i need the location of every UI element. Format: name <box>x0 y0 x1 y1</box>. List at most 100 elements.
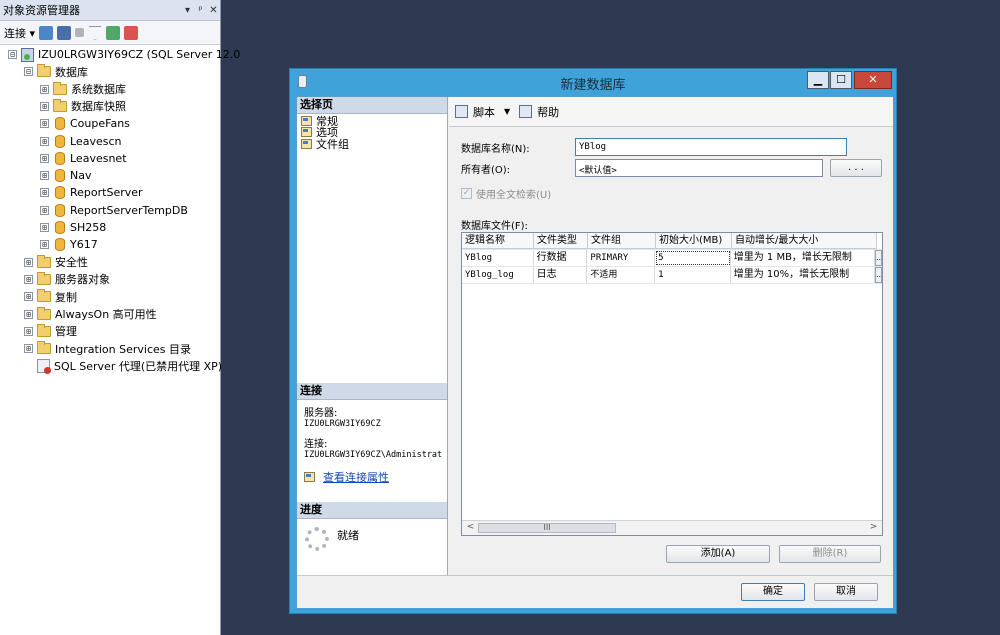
dialog-titlebar[interactable]: 新建数据库 ▁ ☐ ✕ <box>290 69 896 95</box>
scroll-right-icon[interactable]: > <box>867 522 880 534</box>
table-cell[interactable]: 日志 <box>534 267 588 283</box>
tree-item-label: SQL Server 代理(已禁用代理 XP) <box>54 359 223 373</box>
row-ellipsis-button[interactable]: ... <box>875 267 882 283</box>
panel-menu-icon[interactable]: ▾ <box>181 5 194 16</box>
script-button[interactable]: 脚本 <box>473 104 495 120</box>
tree-item[interactable]: ⊞ Integration Services 目录 <box>24 340 191 357</box>
cancel-button[interactable]: 取消 <box>814 583 878 601</box>
tree-item[interactable]: SQL Server 代理(已禁用代理 XP) <box>24 357 222 374</box>
expand-icon[interactable]: ⊞ <box>40 240 49 250</box>
view-connection-properties-link[interactable]: 查看连接属性 <box>297 469 447 485</box>
expand-icon[interactable]: ⊞ <box>40 171 49 181</box>
owner-browse-button[interactable]: . . . <box>830 159 882 177</box>
tree-item[interactable]: ⊞ Nav <box>40 167 91 184</box>
tree-item[interactable]: ⊞ 管理 <box>24 323 77 340</box>
tree-item[interactable]: ⊞ CoupeFans <box>40 115 130 132</box>
grid-column-header[interactable]: 文件组 <box>588 233 656 249</box>
fulltext-checkbox[interactable]: ✓ <box>461 188 472 199</box>
expand-icon[interactable]: ⊞ <box>40 188 49 198</box>
refresh-icon[interactable] <box>106 25 121 40</box>
table-row[interactable]: YBlog_log 日志 不适用 1 增里为 10%，增长无限制... <box>462 267 882 284</box>
object-explorer-panel: 对象资源管理器 ▾ ᵖ ✕ 连接 ▾ ⊟ IZU0LRGW3IY69CZ (SQL… <box>0 0 240 635</box>
connect-icon[interactable] <box>39 25 54 40</box>
tree-item[interactable]: ⊞ 系统数据库 <box>40 81 126 98</box>
page-icon <box>301 139 312 149</box>
grid-header-row: 逻辑名称 文件类型 文件组 初始大小(MB) 自动增长/最大大小 <box>462 233 882 250</box>
select-page-header: 选择页 <box>297 97 447 114</box>
row-ellipsis-button[interactable]: ... <box>875 250 882 266</box>
collapse-icon[interactable]: ⊟ <box>8 50 17 59</box>
table-cell[interactable]: 行数据 <box>534 250 588 266</box>
table-row[interactable]: YBlog 行数据 PRIMARY 5 增里为 1 MB，增长无限制... <box>462 250 882 267</box>
horizontal-scrollbar[interactable]: < III > <box>462 520 882 535</box>
tree-item[interactable]: ⊞ Leavescn <box>40 133 121 150</box>
table-cell[interactable]: 不适用 <box>587 267 656 283</box>
tree-item[interactable]: ⊟ IZU0LRGW3IY69CZ (SQL Server 12.0 <box>8 46 240 63</box>
owner-input[interactable]: <默认值> <box>575 159 823 177</box>
close-button[interactable]: ✕ <box>854 71 892 89</box>
activity-monitor-icon[interactable] <box>124 25 139 40</box>
table-cell[interactable]: 增里为 1 MB，增长无限制 <box>731 250 875 266</box>
filter-icon[interactable] <box>88 25 103 40</box>
collapse-icon[interactable]: ⊟ <box>24 67 33 77</box>
expand-icon[interactable]: ⊞ <box>40 84 49 94</box>
grid-column-header[interactable]: 文件类型 <box>534 233 588 249</box>
expand-icon[interactable]: ⊞ <box>24 326 33 336</box>
database-icon <box>55 238 65 252</box>
add-button[interactable]: 添加(A) <box>666 545 770 563</box>
expand-icon[interactable]: ⊞ <box>24 257 33 267</box>
table-cell[interactable]: 5 <box>655 250 731 266</box>
tree-item[interactable]: ⊞ AlwaysOn 高可用性 <box>24 306 157 323</box>
progress-spinner-icon <box>305 527 329 551</box>
expand-icon[interactable]: ⊞ <box>40 101 49 111</box>
tree-item[interactable]: ⊞ ReportServer <box>40 184 143 201</box>
tree-item[interactable]: ⊞ Leavesnet <box>40 150 127 167</box>
pin-icon[interactable]: ᵖ <box>194 5 207 16</box>
expand-icon[interactable]: ⊞ <box>40 136 49 146</box>
table-cell[interactable]: 增里为 10%，增长无限制 <box>731 267 875 283</box>
dialog-title: 新建数据库 <box>560 78 626 93</box>
expand-icon[interactable]: ⊞ <box>24 309 33 319</box>
tree-item[interactable]: ⊞ 服务器对象 <box>24 271 110 288</box>
expand-icon[interactable]: ⊞ <box>40 119 49 129</box>
database-name-input[interactable]: YBlog <box>575 138 847 156</box>
expand-icon[interactable]: ⊞ <box>24 292 33 302</box>
ok-button[interactable]: 确定 <box>741 583 805 601</box>
tree-item[interactable]: ⊞ 安全性 <box>24 254 88 271</box>
tree-item[interactable]: ⊞ SH258 <box>40 219 106 236</box>
tree-item[interactable]: ⊞ ReportServerTempDB <box>40 202 188 219</box>
tree-item[interactable]: ⊞ Y617 <box>40 236 98 253</box>
grid-column-header[interactable]: 初始大小(MB) <box>656 233 732 249</box>
connect-button[interactable]: 连接 ▾ <box>4 25 35 41</box>
table-cell[interactable]: PRIMARY <box>587 250 656 266</box>
script-dropdown-icon[interactable]: ▼ <box>504 107 510 116</box>
maximize-button[interactable]: ☐ <box>830 71 852 89</box>
grid-column-header[interactable]: 自动增长/最大大小 <box>732 233 877 249</box>
scroll-thumb[interactable]: III <box>478 523 616 533</box>
expand-icon[interactable]: ⊞ <box>40 223 49 232</box>
tree-item[interactable]: ⊞ 复制 <box>24 288 77 305</box>
remove-button[interactable]: 删除(R) <box>779 545 881 563</box>
tree-item[interactable]: ⊞ 数据库快照 <box>40 98 126 115</box>
expand-icon[interactable]: ⊞ <box>24 344 33 354</box>
left-pane: 选择页 常规 选项 文件组 连接 服务器: IZU0LRGW3IY69CZ 连接… <box>297 97 448 575</box>
table-cell[interactable]: YBlog <box>462 250 534 266</box>
minimize-button[interactable]: ▁ <box>807 71 829 89</box>
expand-icon[interactable]: ⊞ <box>40 205 49 215</box>
tree-item-label: CoupeFans <box>70 117 130 131</box>
table-cell[interactable]: YBlog_log <box>462 267 534 283</box>
database-icon <box>55 203 65 217</box>
tree-item[interactable]: ⊟ 数据库 <box>24 63 88 80</box>
stop-icon[interactable] <box>75 28 85 37</box>
close-panel-icon[interactable]: ✕ <box>207 5 220 16</box>
help-button[interactable]: 帮助 <box>537 104 559 120</box>
scroll-left-icon[interactable]: < <box>464 522 477 534</box>
expand-icon[interactable]: ⊞ <box>40 153 49 163</box>
table-cell[interactable]: 1 <box>655 267 731 283</box>
fulltext-checkbox-row[interactable]: ✓ 使用全文检索(U) <box>461 186 551 201</box>
disconnect-icon[interactable] <box>57 25 72 40</box>
expand-icon[interactable]: ⊞ <box>24 274 33 284</box>
grid-column-header[interactable]: 逻辑名称 <box>462 233 534 249</box>
page-filegroups[interactable]: 文件组 <box>297 137 447 151</box>
tree-item-label: Integration Services 目录 <box>55 342 191 356</box>
